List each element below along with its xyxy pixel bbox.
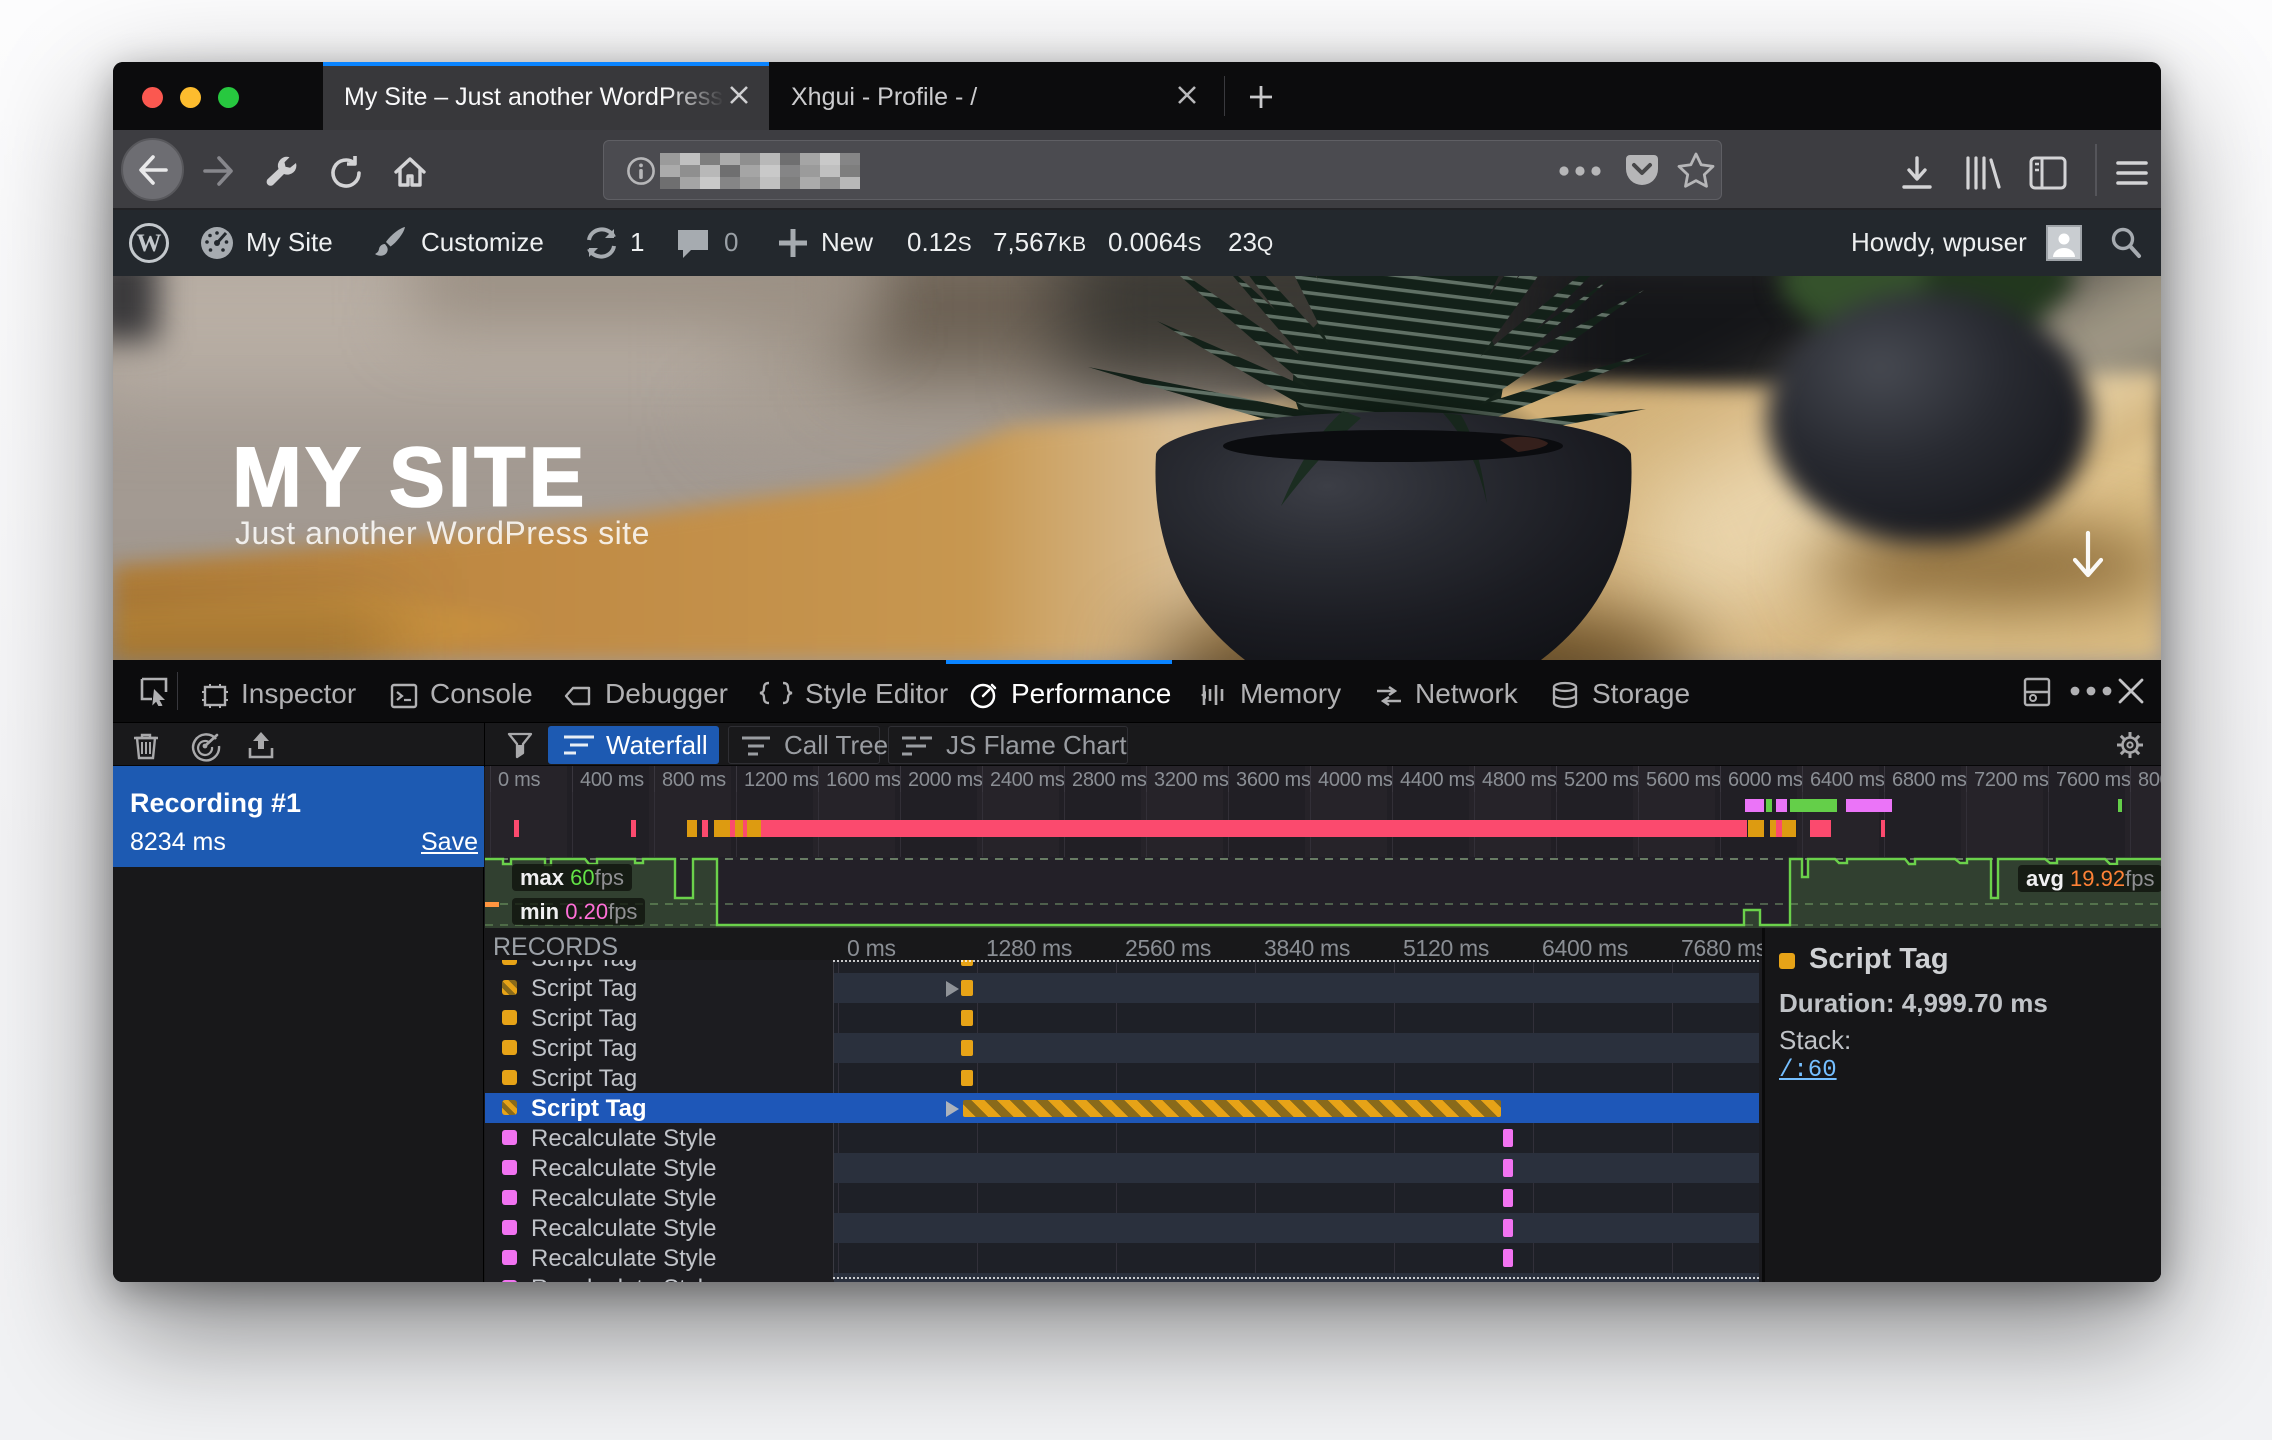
svg-text:W: W: [137, 230, 162, 257]
